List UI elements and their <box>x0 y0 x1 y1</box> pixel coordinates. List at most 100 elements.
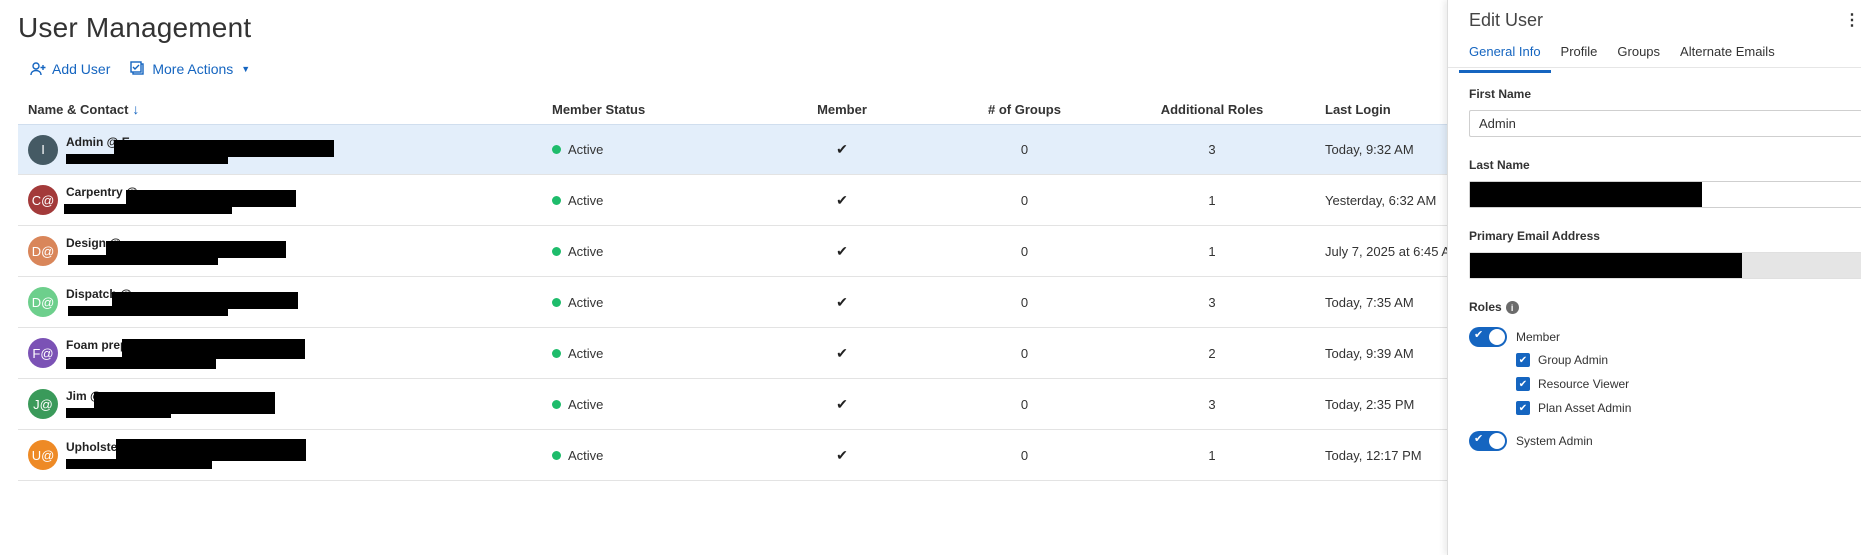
resource-viewer-label: Resource Viewer <box>1538 377 1630 391</box>
cell-status: Active <box>552 346 752 361</box>
table-row[interactable]: U@ Upholstery Active ✔ 0 1 Today, 12:17 … <box>18 430 1447 481</box>
cell-roles: 1 <box>1208 192 1216 208</box>
header-name[interactable]: Name & Contact ↓ <box>18 101 552 117</box>
avatar: F@ <box>28 338 58 368</box>
checkmark-icon: ✔ <box>836 141 848 157</box>
status-text: Active <box>568 294 604 310</box>
add-user-label: Add User <box>52 61 111 77</box>
panel-title: Edit User <box>1469 10 1544 30</box>
toolbar: Add User More Actions ▼ <box>30 61 250 77</box>
checkmark-icon: ✔ <box>836 293 848 310</box>
status-text: Active <box>568 396 604 412</box>
header-login[interactable]: Last Login <box>1307 102 1447 117</box>
checkmark-icon: ✔ <box>836 242 848 259</box>
header-roles[interactable]: Additional Roles <box>1117 102 1307 117</box>
redaction-block <box>64 204 232 214</box>
table-row[interactable]: J@ Jim @ Active ✔ 0 3 Today, 2:35 PM <box>18 379 1447 430</box>
user-name[interactable]: Foam prep <box>66 338 127 352</box>
table-row[interactable]: C@ Carpentry @ Active ✔ 0 1 Yesterday, 6… <box>18 175 1447 226</box>
status-text: Active <box>568 142 604 157</box>
sort-down-icon: ↓ <box>132 101 140 117</box>
cell-roles: 3 <box>1208 396 1216 412</box>
last-name-label: Last Name <box>1469 158 1530 172</box>
tab-alternate-emails[interactable]: Alternate Emails <box>1670 44 1785 73</box>
check-icon: ✔ <box>1474 329 1484 341</box>
header-groups[interactable]: # of Groups <box>932 102 1117 117</box>
cell-last-login: July 7, 2025 at 6:45 AM <box>1325 243 1461 259</box>
cell-last-login: Today, 9:32 AM <box>1325 142 1414 157</box>
cell-status: Active <box>552 397 752 412</box>
cell-groups: 0 <box>1020 447 1029 463</box>
tab-general-info[interactable]: General Info <box>1459 44 1551 73</box>
redaction-block <box>122 339 305 359</box>
status-dot-icon <box>552 145 561 154</box>
cell-member: ✔ <box>752 345 932 362</box>
header-member[interactable]: Member <box>752 102 932 117</box>
table-row[interactable]: D@ Design @ Active ✔ 0 1 July 7, 2025 at… <box>18 226 1461 277</box>
group-admin-checkbox[interactable]: ✔ <box>1516 353 1530 367</box>
cell-groups: 0 <box>1020 243 1029 259</box>
checkmark-icon: ✔ <box>836 344 848 361</box>
tab-profile[interactable]: Profile <box>1551 44 1608 73</box>
cell-groups: 0 <box>1020 192 1029 208</box>
add-user-icon <box>30 62 46 76</box>
status-dot-icon <box>552 450 561 460</box>
add-user-button[interactable]: Add User <box>30 61 110 77</box>
cell-roles: 1 <box>1208 447 1216 463</box>
cell-groups: 0 <box>1020 142 1029 157</box>
cell-member: ✔ <box>752 294 932 311</box>
member-toggle-row: ✔ Member <box>1469 327 1560 347</box>
last-name-input[interactable] <box>1469 181 1861 208</box>
tab-groups[interactable]: Groups <box>1607 44 1670 73</box>
status-dot-icon <box>552 246 561 256</box>
more-actions-button[interactable]: More Actions ▼ <box>130 61 250 77</box>
redaction-block <box>68 255 218 265</box>
header-status[interactable]: Member Status <box>552 102 752 117</box>
first-name-input[interactable] <box>1469 110 1861 137</box>
checkmark-icon: ✔ <box>836 446 848 463</box>
roles-label: Roles i <box>1469 300 1519 315</box>
info-icon[interactable]: i <box>1505 301 1519 315</box>
cell-groups: 0 <box>1020 294 1029 310</box>
cell-name: I Admin @ E <box>18 132 552 168</box>
cell-name: F@ Foam prep <box>18 335 552 371</box>
cell-last-login: Today, 9:39 AM <box>1325 345 1414 361</box>
system-admin-toggle[interactable]: ✔ <box>1469 431 1507 451</box>
redaction-block <box>66 408 171 418</box>
cell-roles: 1 <box>1208 243 1216 259</box>
avatar: I <box>28 134 58 165</box>
table-row[interactable]: F@ Foam prep Active ✔ 0 2 Today, 9:39 AM <box>18 328 1447 379</box>
redaction-block <box>68 306 228 316</box>
redaction-block <box>1470 253 1742 278</box>
name-contact: Foam prep <box>66 335 366 371</box>
cell-status: Active <box>552 244 752 259</box>
cell-roles: 3 <box>1208 142 1216 157</box>
member-toggle[interactable]: ✔ <box>1469 327 1507 347</box>
system-admin-toggle-row: ✔ System Admin <box>1469 431 1593 451</box>
plan-asset-admin-checkbox[interactable]: ✔ <box>1516 401 1530 415</box>
user-management-main: User Management Add User More Actions ▼ … <box>0 0 1461 555</box>
checkmark-icon: ✔ <box>836 191 848 208</box>
cell-name: D@ Design @ <box>18 233 552 269</box>
cell-status: Active <box>552 142 752 157</box>
cell-member: ✔ <box>752 192 932 209</box>
status-dot-icon <box>552 195 561 205</box>
table-row[interactable]: D@ Dispatch @ Active ✔ 0 3 Today, 7:35 A… <box>18 277 1447 328</box>
plan-asset-admin-label: Plan Asset Admin <box>1538 401 1632 415</box>
cell-last-login: Today, 7:35 AM <box>1325 294 1414 310</box>
cell-last-login: Today, 12:17 PM <box>1325 447 1422 463</box>
redaction-block <box>66 459 212 469</box>
cell-groups: 0 <box>1020 396 1029 412</box>
avatar: J@ <box>28 389 58 419</box>
name-contact: Upholstery <box>66 437 366 473</box>
caret-down-icon: ▼ <box>241 64 251 74</box>
avatar: D@ <box>28 236 58 266</box>
name-contact: Admin @ E <box>66 132 366 168</box>
table-row[interactable]: I Admin @ E Active ✔ 0 3 Today, 9:32 AM <box>18 124 1447 175</box>
kebab-menu-icon[interactable]: ⋮ <box>1844 10 1860 30</box>
cell-name: J@ Jim @ <box>18 386 552 422</box>
avatar: C@ <box>28 185 58 215</box>
cell-status: Active <box>552 295 752 310</box>
resource-viewer-checkbox[interactable]: ✔ <box>1516 377 1530 391</box>
avatar: U@ <box>28 440 58 470</box>
